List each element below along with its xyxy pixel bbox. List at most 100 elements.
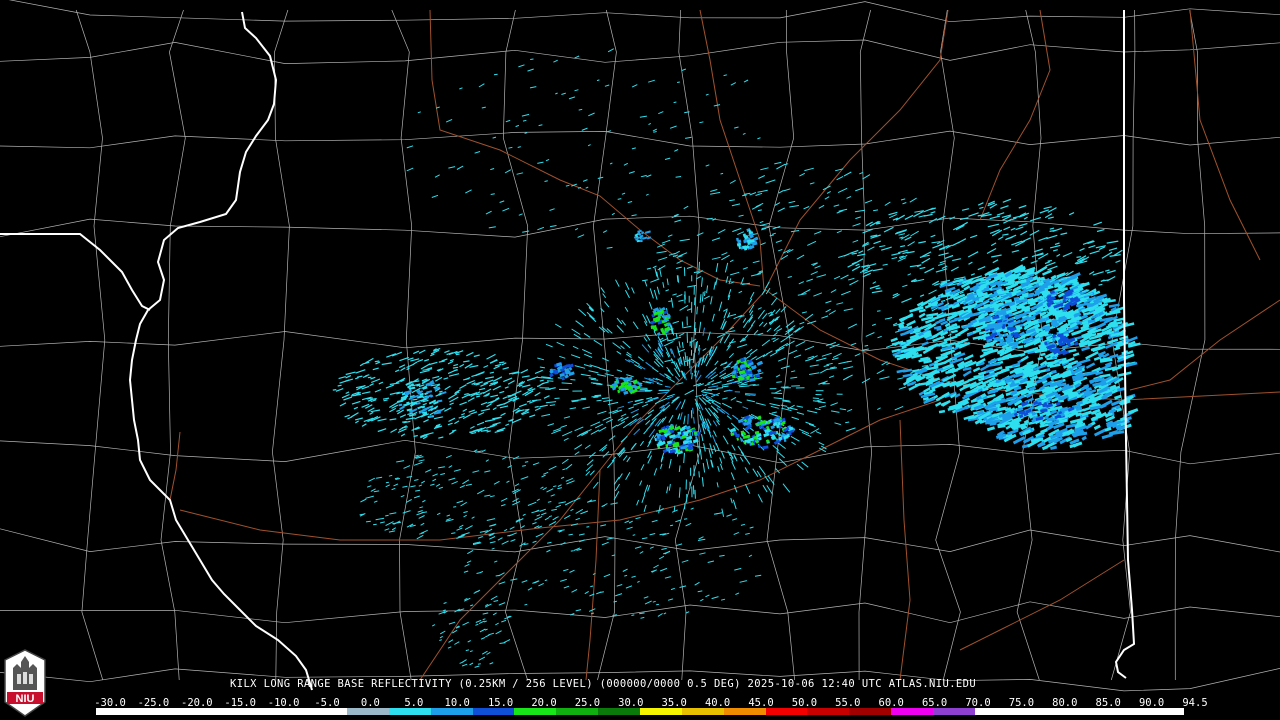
echo-mark (560, 368, 565, 373)
echo-mark (637, 229, 642, 233)
echo-mark (1033, 400, 1039, 406)
scale-swatch (472, 708, 515, 715)
echo-mark (1038, 284, 1049, 290)
echo-mark (580, 397, 587, 400)
echo-mark (1068, 348, 1077, 353)
echo-mark (633, 236, 637, 239)
echo-mark (1019, 414, 1024, 419)
echo-mark (667, 431, 671, 435)
echo-mark (650, 325, 657, 330)
echo-mark (990, 331, 998, 337)
echo-mark (1049, 290, 1056, 295)
echo-mark (757, 368, 762, 373)
echo-mark (729, 427, 736, 433)
echo-mark (544, 180, 548, 182)
echo-mark (677, 81, 680, 83)
echo-mark (875, 287, 881, 290)
echo-mark (1099, 357, 1110, 362)
echo-mark (1010, 332, 1019, 336)
echo-mark (673, 101, 677, 104)
echo-mark (1017, 345, 1024, 349)
echo-mark (408, 414, 413, 417)
echo-mark (524, 132, 528, 134)
echo-mark (1046, 416, 1054, 422)
echo-mark (653, 311, 660, 316)
echo-mark (720, 172, 724, 175)
echo-mark (411, 414, 417, 417)
echo-mark (752, 384, 760, 386)
echo-mark (736, 242, 742, 247)
echo-mark (757, 209, 762, 212)
echo-mark (1036, 307, 1048, 313)
echo-mark (1020, 425, 1026, 429)
echo-mark (669, 449, 676, 454)
echo-mark (1013, 412, 1018, 417)
echo-mark (864, 344, 869, 347)
niu-logo: NIU (4, 649, 46, 717)
echo-mark (948, 304, 954, 309)
echo-mark (613, 600, 618, 603)
echo-mark (668, 426, 675, 430)
echo-mark (522, 465, 526, 467)
echo-mark (731, 374, 736, 379)
echo-mark (1099, 373, 1111, 378)
echo-mark (638, 383, 643, 388)
echo-mark (698, 471, 700, 478)
echo-mark (875, 222, 881, 225)
echo-mark (568, 371, 575, 377)
echo-mark (452, 366, 459, 369)
echo-mark (772, 421, 778, 427)
echo-mark (776, 424, 780, 429)
scale-swatch (932, 708, 975, 715)
echo-mark (1076, 431, 1088, 437)
echo-mark (739, 364, 745, 369)
echo-mark (639, 239, 643, 243)
echo-mark (433, 411, 441, 415)
echo-mark (686, 445, 693, 451)
echo-mark (1013, 409, 1018, 414)
echo-mark (986, 426, 996, 432)
echo-mark (1023, 411, 1029, 417)
echo-mark (760, 425, 765, 429)
echo-mark (657, 332, 661, 336)
echo-mark (570, 379, 576, 381)
echo-mark (419, 392, 424, 396)
echo-mark (693, 431, 697, 435)
echo-mark (938, 409, 946, 414)
echo-mark (771, 392, 783, 394)
echo-mark (1054, 414, 1061, 420)
scale-swatch (681, 708, 724, 715)
echo-mark (762, 445, 769, 450)
echo-mark (1065, 437, 1073, 443)
echo-mark (1116, 387, 1125, 392)
echo-mark (1051, 334, 1057, 339)
echo-mark (668, 300, 672, 302)
echo-mark (961, 400, 969, 405)
scale-swatch (1100, 708, 1143, 715)
echo-mark (642, 236, 648, 240)
echo-mark (1043, 381, 1052, 387)
echo-mark (1020, 401, 1025, 406)
echo-mark (559, 373, 565, 377)
echo-mark (1045, 367, 1051, 372)
echo-mark (660, 309, 665, 314)
echo-mark (1051, 369, 1057, 374)
echo-mark (556, 362, 563, 367)
echo-mark (568, 366, 573, 371)
echo-mark (673, 505, 676, 512)
echo-mark (398, 403, 403, 407)
echo-mark (402, 420, 407, 423)
echo-mark (991, 329, 997, 334)
echo-mark (680, 445, 687, 450)
echo-mark (1052, 322, 1060, 328)
scale-swatch (723, 708, 766, 715)
echo-mark (694, 328, 697, 336)
echo-mark (1003, 333, 1008, 338)
echo-mark (1058, 315, 1066, 321)
echo-mark (624, 385, 630, 390)
echo-mark (959, 293, 966, 298)
echo-mark (1047, 397, 1052, 402)
echo-mark (997, 406, 1007, 412)
echo-mark (416, 383, 421, 387)
scale-swatch (1016, 708, 1059, 715)
